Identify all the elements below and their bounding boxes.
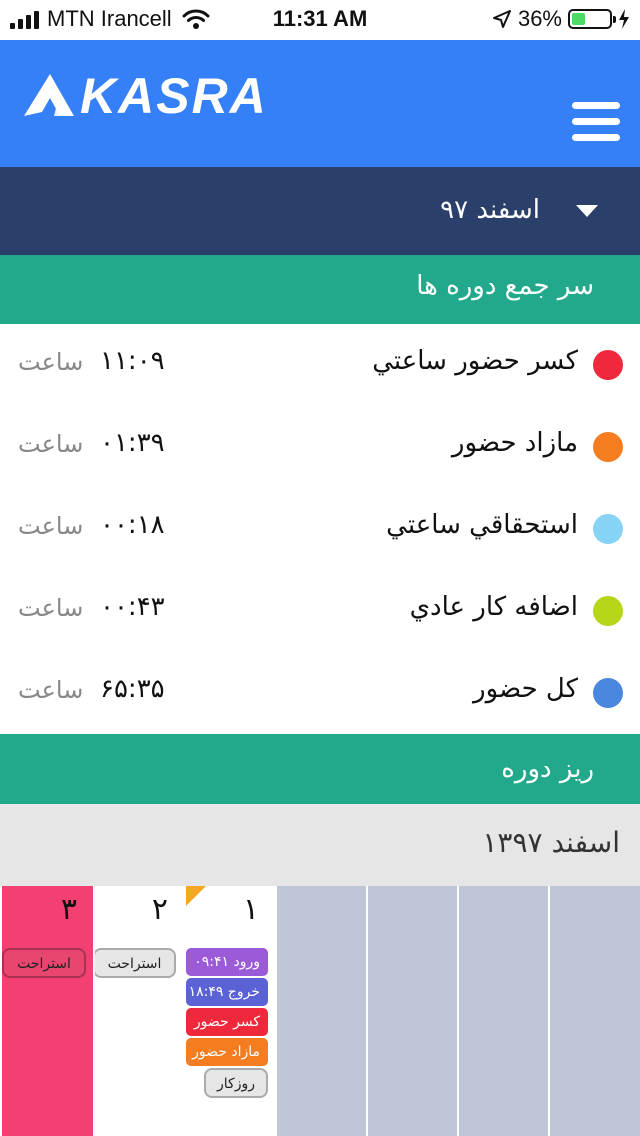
summary-unit: ساعت: [18, 594, 84, 622]
rest-button[interactable]: استراحت: [95, 948, 176, 978]
calendar-cell-empty: [459, 886, 548, 1136]
summary-label: كل حضور: [473, 674, 578, 704]
day-number: ۱: [242, 892, 259, 927]
summary-row: كل حضور ۶۵:۳۵ ساعت: [0, 652, 640, 734]
summary-value: ۱۱:۰۹: [100, 346, 165, 376]
calendar-day-1[interactable]: ۱ ورود ۰۹:۴۱ خروج ۱۸:۴۹ كسر حضور مازاد ح…: [186, 886, 275, 1136]
summary-label: اضافه كار عادي: [409, 592, 578, 622]
status-bar: MTN Irancell 11:31 AM 36%: [0, 0, 640, 40]
battery-percent: 36%: [517, 6, 562, 31]
summary-unit: ساعت: [18, 348, 84, 376]
summary-row: مازاد حضور ۰۱:۳۹ ساعت: [0, 406, 640, 488]
rest-button[interactable]: استراحت: [2, 948, 86, 978]
color-dot: [593, 432, 623, 462]
charging-bolt-icon: [619, 9, 629, 29]
absence-pill[interactable]: كسر حضور: [186, 1008, 268, 1036]
summary-row: استحقاقي ساعتي ۰۰:۱۸ ساعت: [0, 488, 640, 570]
calendar-cell-empty: [368, 886, 457, 1136]
overtime-pill[interactable]: مازاد حضور: [186, 1038, 268, 1066]
svg-text:KASRA: KASRA: [80, 68, 268, 120]
summary-label: كسر حضور ساعتي: [372, 346, 578, 376]
summary-label: استحقاقي ساعتي: [386, 510, 578, 540]
summary-unit: ساعت: [18, 430, 84, 458]
color-dot: [593, 596, 623, 626]
kasra-logo: KASRA: [24, 66, 284, 124]
summary-value: ۰۰:۴۳: [100, 592, 165, 622]
period-label: اسفند ۹۷: [440, 195, 540, 225]
color-dot: [593, 514, 623, 544]
exit-pill[interactable]: خروج ۱۸:۴۹: [186, 978, 268, 1006]
kasra-logo-icon: KASRA: [24, 68, 268, 124]
hamburger-menu-button[interactable]: [572, 102, 620, 144]
summary-unit: ساعت: [18, 512, 84, 540]
calendar-cell-empty: [550, 886, 640, 1136]
color-dot: [593, 678, 623, 708]
calendar-cell-empty: [277, 886, 366, 1136]
status-right: 36%: [492, 6, 630, 32]
summary-list: كسر حضور ساعتي ۱۱:۰۹ ساعت مازاد حضور ۰۱:…: [0, 324, 640, 734]
month-title: اسفند ۱۳۹۷: [482, 826, 620, 859]
day-number: ۲: [151, 892, 168, 927]
dropdown-caret-icon: [576, 205, 598, 217]
month-bar: اسفند ۱۳۹۷: [0, 804, 640, 886]
workday-button[interactable]: روزكار: [204, 1068, 268, 1098]
summary-value: ۰۰:۱۸: [100, 510, 165, 540]
today-corner-marker: [186, 886, 206, 906]
app-header: KASRA: [0, 40, 640, 167]
summary-row: كسر حضور ساعتي ۱۱:۰۹ ساعت: [0, 324, 640, 406]
calendar-week: ۱ ورود ۰۹:۴۱ خروج ۱۸:۴۹ كسر حضور مازاد ح…: [0, 886, 640, 1136]
location-arrow-icon: [492, 10, 511, 28]
day-number: ۳: [60, 892, 77, 927]
details-header: ريز دوره: [0, 734, 640, 804]
summary-value: ۶۵:۳۵: [100, 674, 165, 704]
summary-row: اضافه كار عادي ۰۰:۴۳ ساعت: [0, 570, 640, 652]
calendar-day-2[interactable]: ۲ استراحت: [95, 886, 184, 1136]
color-dot: [593, 350, 623, 380]
summary-header: سر جمع دوره ها: [0, 255, 640, 324]
calendar-day-3[interactable]: ۳ استراحت: [2, 886, 93, 1136]
summary-unit: ساعت: [18, 676, 84, 704]
summary-value: ۰۱:۳۹: [100, 428, 165, 458]
period-selector[interactable]: اسفند ۹۷: [0, 167, 640, 255]
entry-pill[interactable]: ورود ۰۹:۴۱: [186, 948, 268, 976]
summary-label: مازاد حضور: [451, 428, 578, 458]
battery-icon: [568, 9, 616, 29]
